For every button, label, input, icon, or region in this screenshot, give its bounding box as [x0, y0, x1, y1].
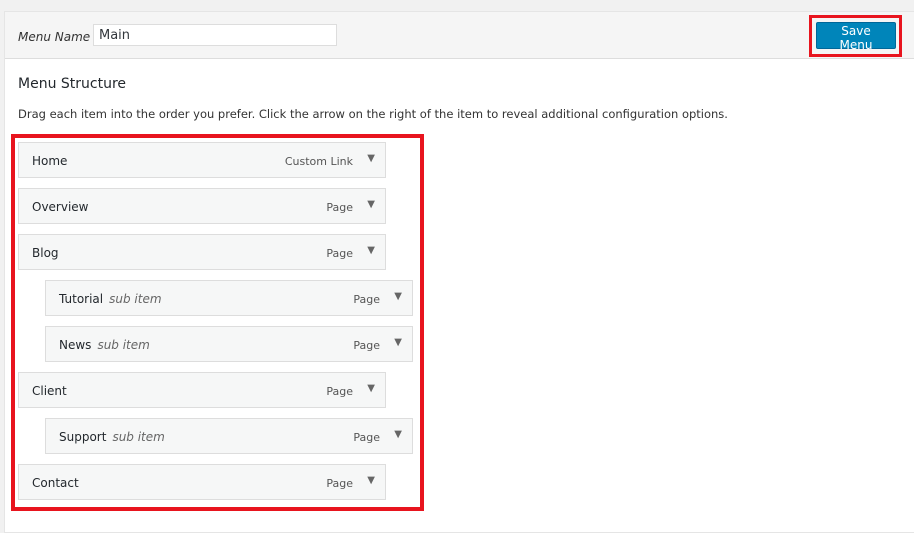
menu-item-label: Support [59, 430, 107, 444]
menu-item[interactable]: Support sub item Page ▼ [45, 418, 413, 454]
menu-name-label: Menu Name [18, 30, 91, 44]
save-highlight: Save Menu [809, 15, 902, 57]
menu-header: Menu Name Save Menu [5, 12, 914, 59]
menu-item-type: Custom Link [284, 155, 353, 168]
menu-item-title: Home [32, 154, 67, 168]
menu-item-type: Page [353, 293, 380, 306]
menu-item-type: Page [326, 385, 353, 398]
menu-item-label: News [59, 338, 92, 352]
sub-item-label: sub item [97, 338, 150, 352]
menu-item-type: Page [353, 431, 380, 444]
menu-item-type: Page [326, 201, 353, 214]
menu-structure-title: Menu Structure [18, 76, 127, 92]
menu-item[interactable]: Contact Page ▼ [18, 464, 386, 500]
menu-name-input[interactable] [93, 24, 337, 46]
menu-item-label: Overview [32, 200, 89, 214]
sub-item-label: sub item [112, 430, 165, 444]
menu-item-title: Contact [32, 476, 79, 490]
menu-item[interactable]: News sub item Page ▼ [45, 326, 413, 362]
menu-item-label: Blog [32, 246, 59, 260]
menu-item-label: Contact [32, 476, 79, 490]
menu-item[interactable]: Blog Page ▼ [18, 234, 386, 270]
triangle-down-icon[interactable]: ▼ [394, 429, 402, 440]
menu-edit-panel: Menu Name Save Menu Menu Structure Drag … [4, 11, 914, 533]
menu-item-title: Overview [32, 200, 89, 214]
triangle-down-icon[interactable]: ▼ [394, 337, 402, 348]
sub-item-label: sub item [109, 292, 162, 306]
menu-item-title: Support sub item [59, 430, 165, 444]
menu-item-type: Page [326, 477, 353, 490]
triangle-down-icon[interactable]: ▼ [367, 153, 375, 164]
menu-item[interactable]: Overview Page ▼ [18, 188, 386, 224]
menu-item-title: Blog [32, 246, 59, 260]
triangle-down-icon[interactable]: ▼ [394, 291, 402, 302]
triangle-down-icon[interactable]: ▼ [367, 199, 375, 210]
menu-item-title: Tutorial sub item [59, 292, 162, 306]
menu-item-label: Home [32, 154, 68, 168]
triangle-down-icon[interactable]: ▼ [367, 245, 375, 256]
menu-item[interactable]: Client Page ▼ [18, 372, 386, 408]
save-menu-button[interactable]: Save Menu [816, 22, 896, 52]
menu-item[interactable]: Home Custom Link ▼ [18, 142, 386, 178]
menu-item-title: News sub item [59, 338, 150, 352]
menu-item-type: Page [326, 247, 353, 260]
triangle-down-icon[interactable]: ▼ [367, 475, 375, 486]
menu-item-label: Client [32, 384, 67, 398]
menu-item[interactable]: Tutorial sub item Page ▼ [45, 280, 413, 316]
triangle-down-icon[interactable]: ▼ [367, 383, 375, 394]
menu-item-type: Page [353, 339, 380, 352]
menu-structure-description: Drag each item into the order you prefer… [18, 107, 728, 121]
menu-item-title: Client [32, 384, 67, 398]
menu-item-label: Tutorial [59, 292, 104, 306]
